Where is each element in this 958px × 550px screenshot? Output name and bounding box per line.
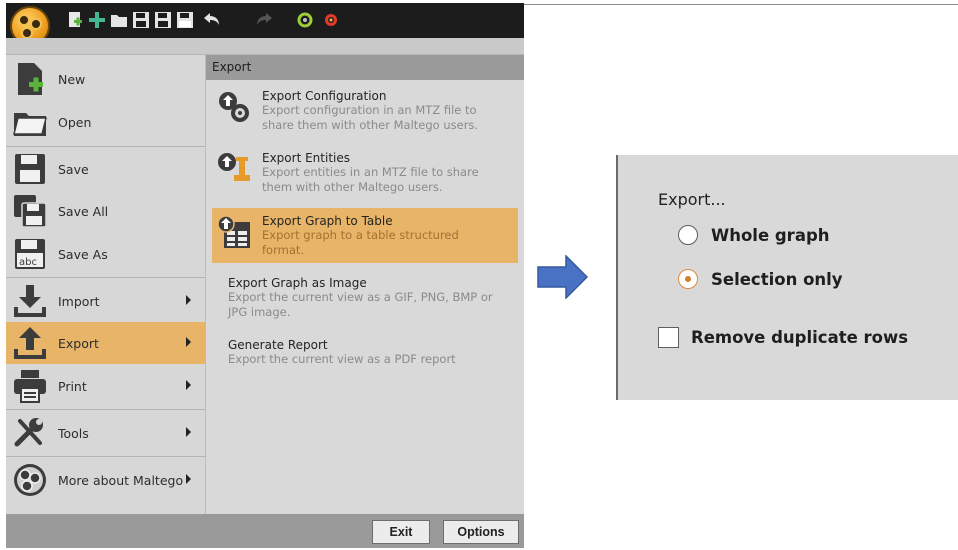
checkbox[interactable] bbox=[658, 327, 679, 348]
menu-separator bbox=[6, 277, 205, 278]
menu-item-new[interactable]: New bbox=[6, 58, 205, 100]
submenu-arrow-icon bbox=[186, 337, 191, 347]
menu-item-save-as[interactable]: abc Save As bbox=[6, 233, 205, 275]
tools-icon bbox=[14, 418, 43, 447]
save-icon bbox=[15, 154, 45, 184]
save-as-icon[interactable] bbox=[176, 11, 194, 29]
submenu-arrow-icon bbox=[186, 427, 191, 437]
save-all-icon[interactable] bbox=[154, 11, 172, 29]
new-graph-icon[interactable] bbox=[66, 11, 84, 29]
menu-header-strip bbox=[6, 38, 524, 55]
submenu-arrow-icon bbox=[186, 380, 191, 390]
arrow-right-icon bbox=[537, 255, 589, 299]
menu-item-import[interactable]: Import bbox=[6, 280, 205, 322]
menu-item-more-about-maltego[interactable]: More about Maltego bbox=[6, 459, 205, 501]
submenu-item-export-graph-as-image[interactable]: Export Graph as Image Export the current… bbox=[212, 272, 518, 326]
menu-separator bbox=[6, 456, 205, 457]
submenu-item-generate-report[interactable]: Generate Report Export the current view … bbox=[212, 334, 518, 374]
redo-icon[interactable] bbox=[256, 11, 274, 29]
maltego-icon bbox=[14, 464, 46, 496]
export-options-panel: Export... Whole graph Selection only Rem… bbox=[616, 155, 958, 400]
save-all-icon bbox=[14, 195, 47, 228]
undo-icon[interactable] bbox=[202, 11, 220, 29]
export-entities-icon bbox=[218, 153, 250, 181]
application-menu: New Open Save Save All abc Save As Impor… bbox=[6, 55, 206, 514]
radio-option-whole-graph[interactable]: Whole graph bbox=[678, 225, 830, 245]
panel-title: Export... bbox=[658, 190, 726, 209]
open-folder-icon[interactable] bbox=[110, 11, 128, 29]
submenu-item-export-graph-to-table[interactable]: Export Graph to Table Export graph to a … bbox=[212, 208, 518, 263]
options-button[interactable]: Options bbox=[443, 520, 519, 544]
export-table-icon bbox=[217, 215, 250, 248]
print-icon bbox=[14, 370, 46, 403]
maltego-app-menu: New Open Save Save All abc Save As Impor… bbox=[6, 3, 524, 548]
radio-option-selection-only[interactable]: Selection only bbox=[678, 269, 843, 289]
svg-text:abc: abc bbox=[19, 257, 37, 268]
export-submenu: Export Export Configuration Export confi… bbox=[206, 55, 524, 514]
open-folder-icon bbox=[13, 113, 47, 136]
transform-icon[interactable] bbox=[296, 11, 314, 29]
quick-toolbar bbox=[6, 3, 524, 46]
submenu-arrow-icon bbox=[186, 295, 191, 305]
menu-separator bbox=[6, 409, 205, 410]
import-icon bbox=[14, 285, 46, 317]
settings-icon[interactable] bbox=[322, 11, 340, 29]
submenu-item-export-configuration[interactable]: Export Configuration Export configuratio… bbox=[212, 85, 518, 139]
radio-button-selected[interactable] bbox=[678, 269, 698, 289]
checkbox-remove-duplicate-rows[interactable]: Remove duplicate rows bbox=[658, 327, 908, 348]
export-icon bbox=[14, 327, 46, 359]
export-config-icon bbox=[219, 92, 249, 122]
menu-item-export[interactable]: Export bbox=[6, 322, 205, 364]
add-entity-icon[interactable] bbox=[88, 11, 106, 29]
menu-separator bbox=[6, 146, 205, 147]
submenu-arrow-icon bbox=[186, 474, 191, 484]
radio-button[interactable] bbox=[678, 225, 698, 245]
menu-item-print[interactable]: Print bbox=[6, 365, 205, 407]
submenu-item-export-entities[interactable]: Export Entities Export entities in an MT… bbox=[212, 147, 518, 201]
submenu-title: Export bbox=[206, 55, 524, 80]
top-divider bbox=[524, 4, 958, 5]
menu-item-tools[interactable]: Tools bbox=[6, 412, 205, 454]
new-file-icon bbox=[18, 63, 43, 95]
save-icon[interactable] bbox=[132, 11, 150, 29]
menu-footer: Exit Options bbox=[6, 514, 524, 548]
exit-button[interactable]: Exit bbox=[372, 520, 430, 544]
menu-item-save-all[interactable]: Save All bbox=[6, 190, 205, 232]
menu-item-save[interactable]: Save bbox=[6, 148, 205, 190]
menu-item-open[interactable]: Open bbox=[6, 101, 205, 143]
save-as-icon: abc bbox=[15, 239, 45, 269]
